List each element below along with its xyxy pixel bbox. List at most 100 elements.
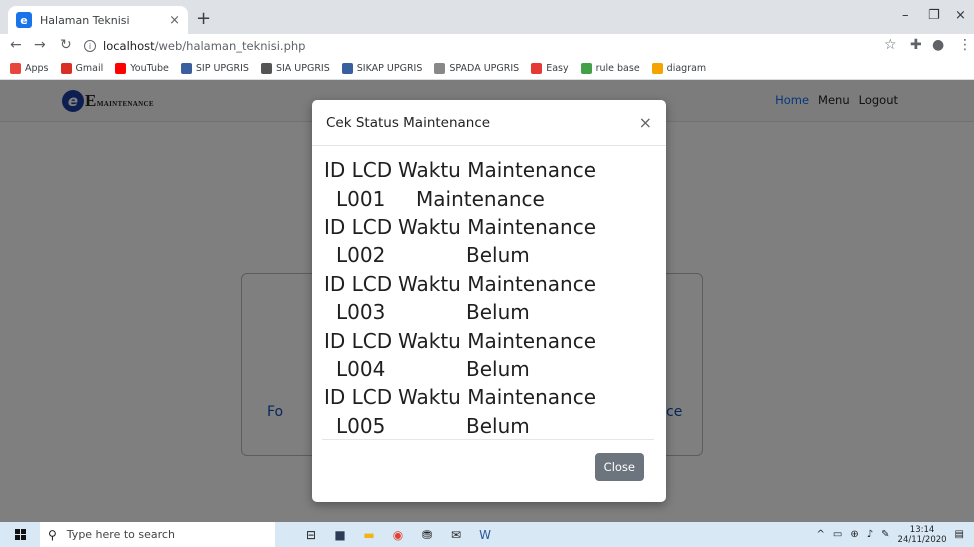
bookmark-item[interactable]: Apps [10,63,49,74]
bookmarks-bar: Apps Gmail YouTube SIP UPGRIS SIA UPGRIS SIKA… [0,58,974,80]
file-explorer-icon[interactable]: ▬ [361,528,377,542]
status-row: L005 Belum [322,412,654,439]
windows-logo-icon [14,529,26,540]
bookmark-icon [115,63,127,74]
header-waktu: Waktu Maintenance [398,158,597,183]
browser-tabstrip: e Halaman Teknisi × + – ❐ × [0,0,974,34]
maintenance-status: Belum [466,356,530,381]
header-waktu: Waktu Maintenance [398,328,597,353]
extensions-puzzle-icon[interactable]: ✚ [910,37,922,53]
minimize-button[interactable]: – [902,8,909,23]
browser-tab[interactable]: e Halaman Teknisi × [8,6,188,34]
search-icon: ⚲ [48,527,57,542]
window-close-button[interactable]: × [955,8,966,23]
forward-arrow-icon[interactable]: → [34,37,46,53]
bookmark-item[interactable]: SIKAP UPGRIS [341,63,423,74]
status-modal: Cek Status Maintenance × ID LCD Waktu Mai… [312,100,666,502]
word-icon[interactable]: W [477,528,493,542]
lcd-id: L004 [336,356,386,381]
volume-icon[interactable]: ♪ [867,529,873,540]
bookmark-icon [580,63,592,74]
header-waktu: Waktu Maintenance [398,385,597,410]
bookmark-label: Easy [546,63,569,74]
bookmark-label: SIKAP UPGRIS [356,63,423,74]
status-header-row: ID LCD Waktu Maintenance [322,213,654,241]
maintenance-status: Belum [466,243,530,268]
bookmark-label: diagram [666,63,707,74]
profile-avatar-icon[interactable]: ● [932,37,944,53]
maintenance-status: Maintenance [416,186,545,211]
bookmark-item[interactable]: YouTube [115,63,169,74]
close-button[interactable]: Close [594,453,644,481]
status-row: L003 Belum [322,298,654,326]
header-id-lcd: ID LCD [324,385,393,410]
bookmark-label: YouTube [130,63,169,74]
header-id-lcd: ID LCD [324,328,393,353]
bookmark-item[interactable]: SIP UPGRIS [180,63,249,74]
bookmark-icon [60,63,72,74]
modal-body: ID LCD Waktu Maintenance L001 Maintenance ID… [322,156,654,440]
clock-time: 13:14 [909,524,935,535]
url-text: localhost/web/halaman_teknisi.php [103,39,306,53]
bookmark-item[interactable]: Gmail [60,63,103,74]
taskbar-clock[interactable]: 13:14 24/11/2020 [898,525,947,545]
new-tab-button[interactable]: + [196,8,211,29]
bookmark-star-icon[interactable]: ☆ [884,37,897,53]
header-waktu: Waktu Maintenance [398,271,597,296]
reload-icon[interactable]: ↻ [60,37,72,53]
bookmark-icon [10,63,21,74]
mail-icon[interactable]: ✉ [448,528,464,542]
chrome-icon[interactable]: ◉ [390,528,406,542]
header-waktu: Waktu Maintenance [398,214,597,239]
back-arrow-icon[interactable]: ← [10,37,22,53]
tray-chevron-up-icon[interactable]: ^ [817,529,825,540]
tab-title: Halaman Teknisi [40,13,130,27]
header-id-lcd: ID LCD [324,271,393,296]
pen-icon[interactable]: ✎ [881,529,889,540]
status-header-row: ID LCD Waktu Maintenance [322,326,654,354]
maintenance-status: Belum [466,413,530,438]
browser-menu-icon[interactable]: ⋮ [958,37,972,53]
browser-toolbar: ← → ↻ i localhost/web/halaman_teknisi.ph… [0,34,974,58]
header-id-lcd: ID LCD [324,158,393,183]
bookmark-item[interactable]: SIA UPGRIS [260,63,330,74]
bookmark-icon [651,63,663,74]
task-view-icon[interactable]: ⊟ [303,528,319,542]
modal-footer: Close [594,453,644,481]
info-icon[interactable]: i [84,40,96,52]
lcd-id: L005 [336,413,386,438]
bookmark-item[interactable]: Easy [531,63,569,74]
modal-close-icon[interactable]: × [639,113,652,132]
start-button[interactable] [0,529,40,540]
lcd-id: L001 [336,186,386,211]
status-row: L002 Belum [322,241,654,269]
maintenance-status: Belum [466,300,530,325]
status-header-row: ID LCD Waktu Maintenance [322,270,654,298]
network-icon[interactable]: ⊕ [850,529,858,540]
maximize-button[interactable]: ❐ [928,8,940,23]
modal-header: Cek Status Maintenance × [312,100,666,146]
bookmark-item[interactable]: SPADA UPGRIS [434,63,519,74]
bookmark-item[interactable]: rule base [580,63,640,74]
bookmark-label: SIA UPGRIS [275,63,330,74]
bookmark-label: SIP UPGRIS [195,63,249,74]
bookmark-label: Apps [25,63,49,74]
notification-icon[interactable]: ▤ [955,529,964,540]
status-row: L004 Belum [322,355,654,383]
header-id-lcd: ID LCD [324,214,393,239]
address-bar[interactable]: i localhost/web/halaman_teknisi.php [84,36,874,56]
taskbar-search[interactable]: ⚲ Type here to search [40,522,275,547]
status-header-row: ID LCD Waktu Maintenance [322,383,654,411]
modal-title: Cek Status Maintenance [326,114,491,131]
bookmark-item[interactable]: diagram [651,63,707,74]
tab-close-icon[interactable]: × [169,13,180,28]
bookmark-icon [260,63,272,74]
status-row: L001 Maintenance [322,184,654,212]
app-icon[interactable]: ■ [332,528,348,542]
bookmark-icon [341,63,353,74]
windows-taskbar: ⚲ Type here to search ⊟ ■ ▬ ◉ ⛃ ✉ W ^ ▭ … [0,522,974,547]
battery-icon[interactable]: ▭ [833,529,842,540]
status-header-row: ID LCD Waktu Maintenance [322,156,654,184]
bookmark-icon [434,63,446,74]
store-icon[interactable]: ⛃ [419,528,435,542]
